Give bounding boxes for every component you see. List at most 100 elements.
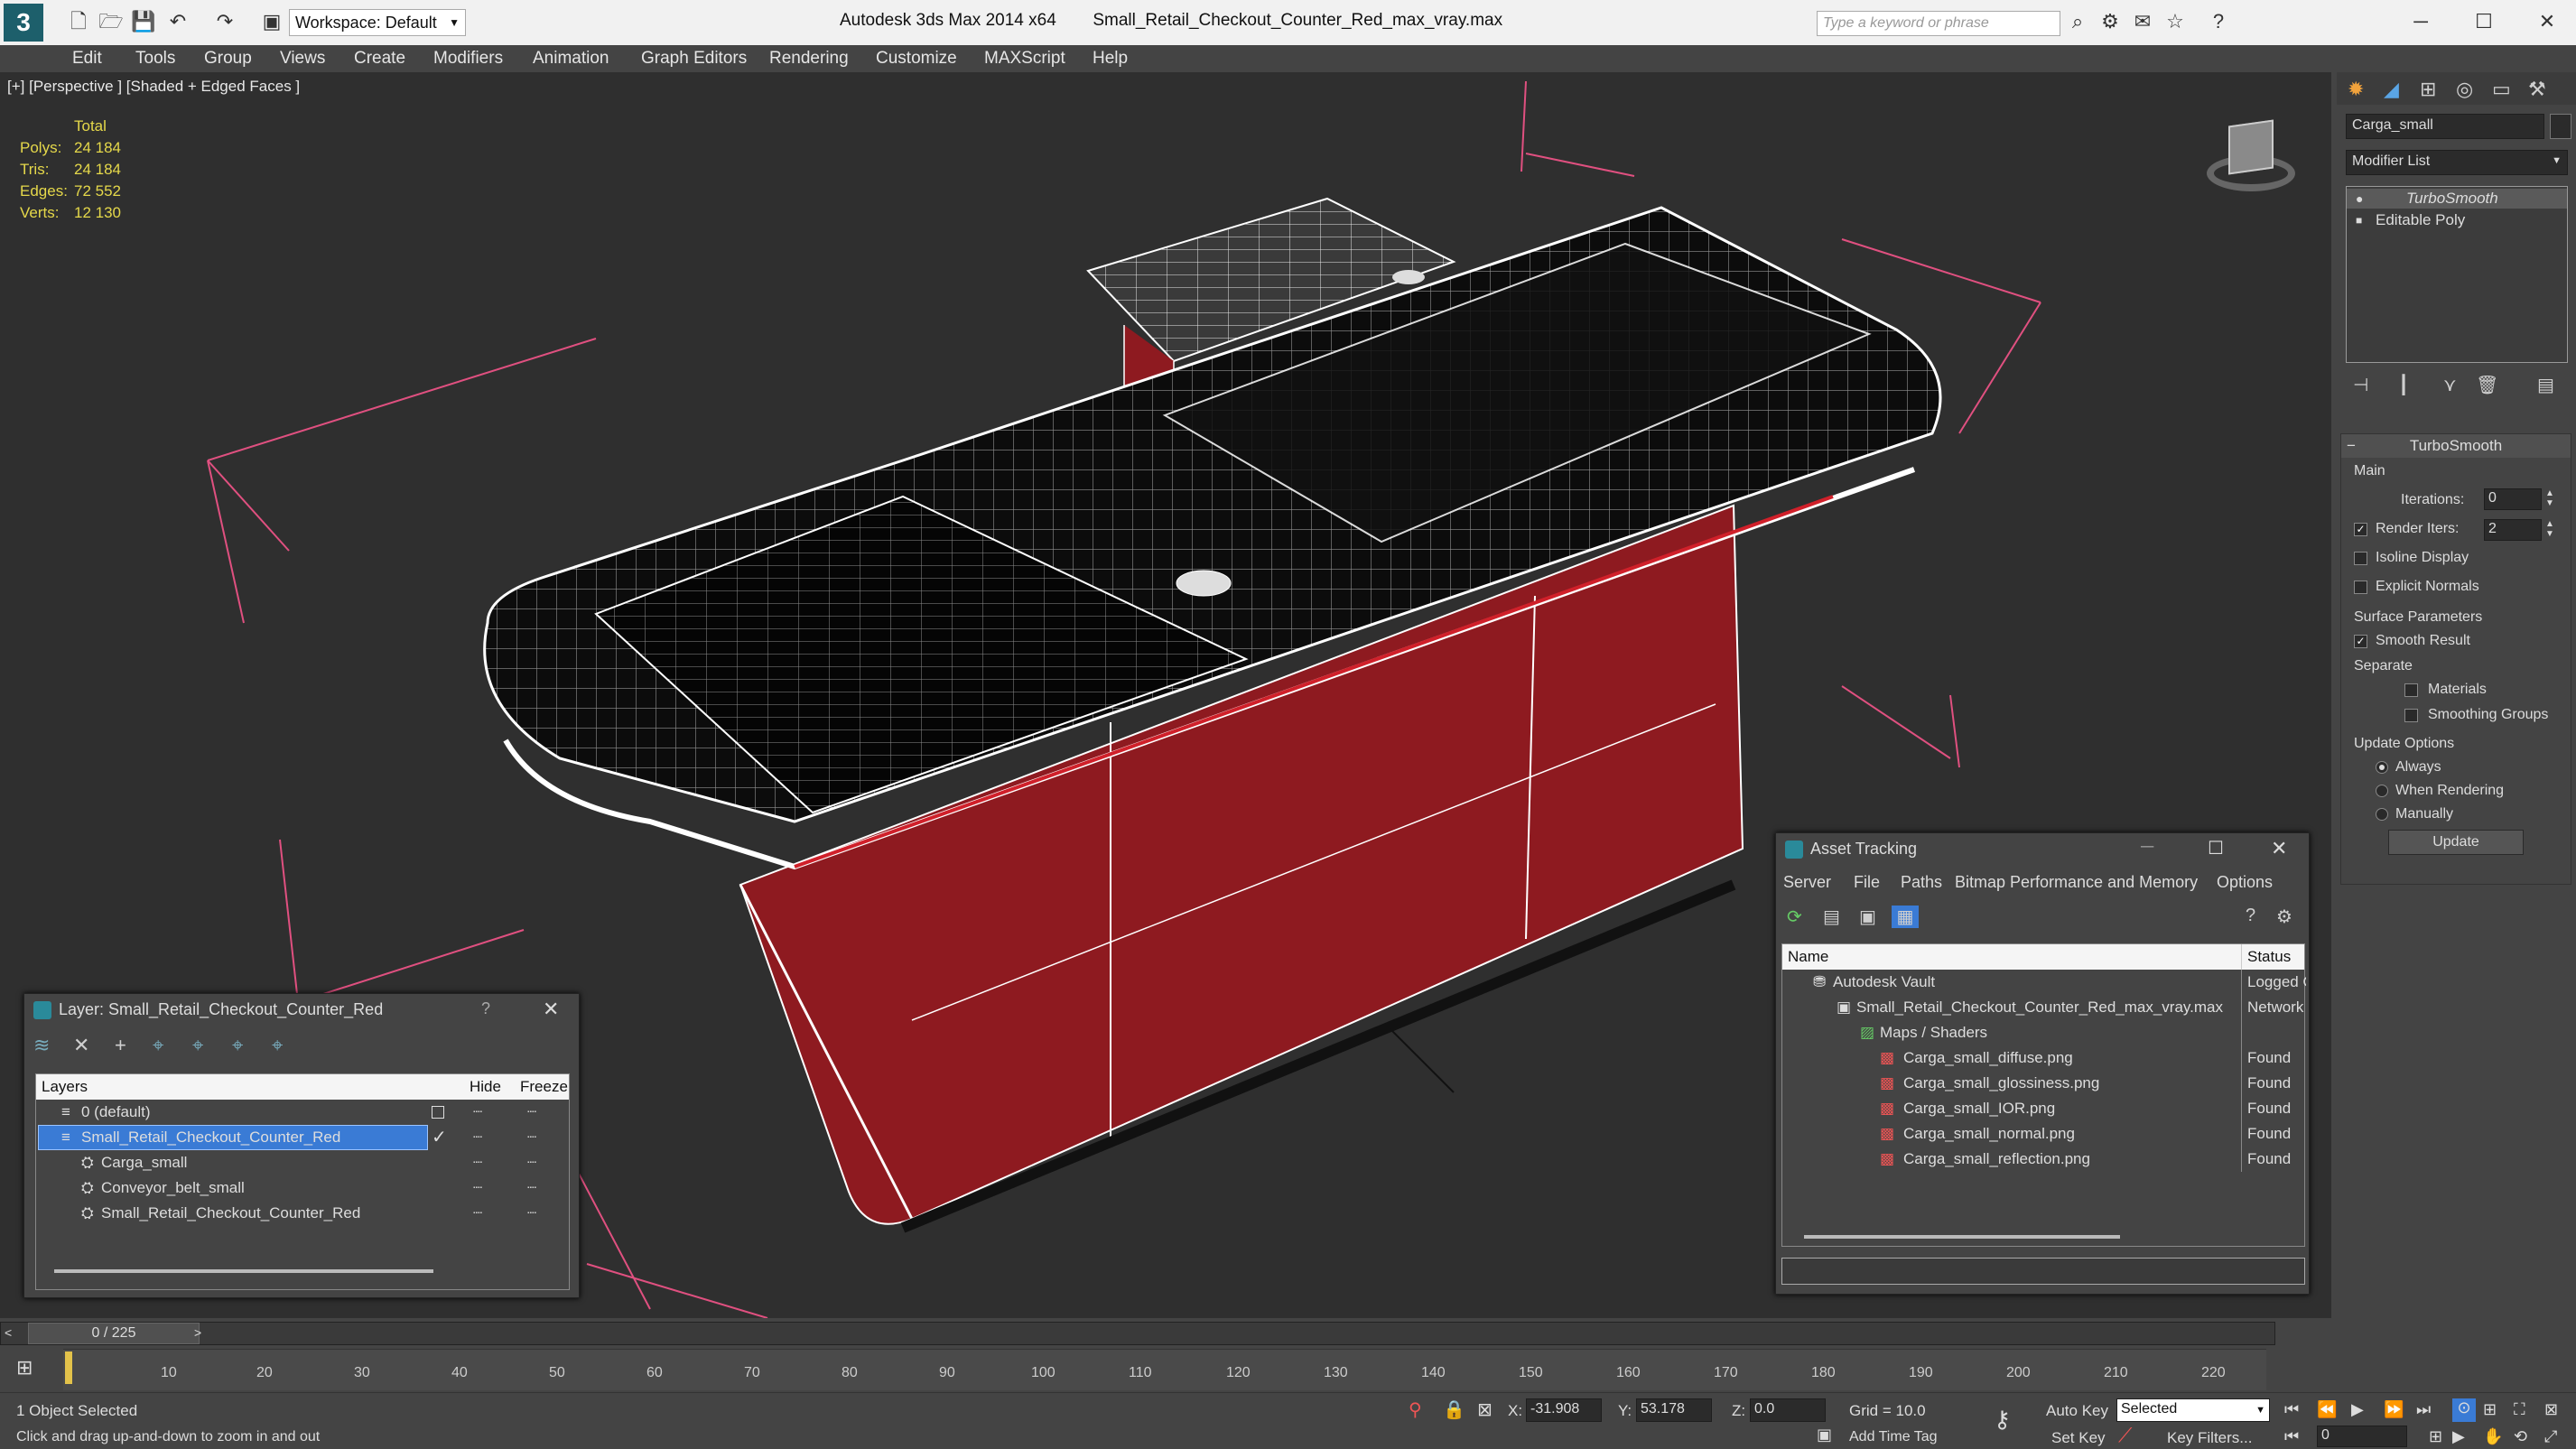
previous-frame-icon[interactable]: ⏪ bbox=[2317, 1400, 2337, 1419]
close-icon[interactable]: ✕ bbox=[543, 998, 559, 1021]
layer-row-selected[interactable]: ≡ Small_Retail_Checkout_Counter_Red ✓ ┈ … bbox=[36, 1125, 569, 1150]
freeze-toggle[interactable]: ┈ bbox=[527, 1125, 536, 1150]
freeze-toggle[interactable]: ┈ bbox=[527, 1150, 536, 1175]
maximize-icon[interactable]: ☐ bbox=[2208, 837, 2224, 859]
favorites-icon[interactable]: ☆ bbox=[2160, 5, 2190, 38]
go-to-start-icon[interactable]: ⏮ bbox=[2284, 1427, 2299, 1446]
smoothing-groups-checkbox[interactable] bbox=[2404, 709, 2418, 722]
app-logo-icon[interactable]: 3 bbox=[4, 4, 43, 42]
column-layers[interactable]: Layers bbox=[42, 1074, 88, 1100]
play-icon[interactable]: ▶ bbox=[2351, 1400, 2364, 1419]
layer-row[interactable]: ⛭ Carga_small ┈ ┈ bbox=[36, 1150, 569, 1175]
horizontal-scrollbar[interactable] bbox=[1804, 1235, 2120, 1239]
save-file-icon[interactable]: 💾 bbox=[128, 5, 159, 38]
freeze-toggle[interactable]: ┈ bbox=[527, 1100, 536, 1125]
delete-layer-icon[interactable]: ✕ bbox=[73, 1034, 89, 1057]
zoom-icon[interactable]: ⊙ bbox=[2452, 1398, 2476, 1422]
hide-toggle[interactable]: ┈ bbox=[473, 1150, 482, 1175]
add-to-layer-icon[interactable]: + bbox=[115, 1034, 126, 1057]
asset-window-title[interactable]: Asset Tracking bbox=[1776, 833, 2309, 864]
field-of-view-icon[interactable]: ▶ bbox=[2452, 1427, 2465, 1446]
object-color-swatch[interactable] bbox=[2550, 114, 2571, 139]
open-file-icon[interactable]: 🗁 bbox=[96, 5, 126, 38]
maximize-viewport-icon[interactable]: ⤢ bbox=[2544, 1427, 2557, 1446]
menu-rendering[interactable]: Rendering bbox=[769, 49, 849, 69]
time-slider[interactable]: < 0 / 225 > bbox=[0, 1322, 2275, 1345]
asset-row[interactable]: ▩ Carga_small_reflection.png Found bbox=[1782, 1147, 2304, 1172]
object-name-field[interactable]: Carga_small bbox=[2346, 114, 2544, 139]
spinner-arrows-icon[interactable]: ▲ ▼ bbox=[2545, 519, 2554, 539]
orbit-icon[interactable]: ⟲ bbox=[2514, 1427, 2527, 1446]
menu-tools[interactable]: Tools bbox=[135, 49, 175, 69]
layer-row[interactable]: ⛭ Small_Retail_Checkout_Counter_Red ┈ ┈ bbox=[36, 1201, 569, 1226]
hide-toggle[interactable]: ┈ bbox=[473, 1201, 482, 1226]
column-hide[interactable]: Hide bbox=[470, 1074, 501, 1100]
asset-row[interactable]: ▨ Maps / Shaders bbox=[1782, 1020, 2304, 1045]
create-tab-icon[interactable]: ✹ bbox=[2348, 78, 2364, 101]
freeze-all-icon[interactable]: ⌖ bbox=[272, 1034, 283, 1057]
smooth-result-checkbox[interactable]: ✓ bbox=[2354, 635, 2367, 648]
key-icon[interactable]: ⚷ bbox=[1994, 1406, 2011, 1434]
freeze-toggle[interactable]: ┈ bbox=[527, 1175, 536, 1201]
x-coordinate-field[interactable]: -31.908 bbox=[1526, 1398, 1602, 1422]
y-coordinate-field[interactable]: 53.178 bbox=[1636, 1398, 1712, 1422]
modify-tab-icon[interactable]: ◢ bbox=[2384, 78, 2399, 101]
column-status[interactable]: Status bbox=[2241, 944, 2306, 970]
add-time-tag-icon[interactable]: ▣ bbox=[1817, 1426, 1832, 1444]
new-file-icon[interactable]: 🗋 bbox=[63, 5, 94, 38]
settings-icon[interactable]: ⚙ bbox=[2276, 906, 2292, 928]
next-frame-icon[interactable]: > bbox=[194, 1325, 201, 1340]
iterations-spinner[interactable]: 0 bbox=[2484, 488, 2542, 510]
layer-row[interactable]: ⛭ Conveyor_belt_small ┈ ┈ bbox=[36, 1175, 569, 1201]
highlight-layer-icon[interactable]: ⌖ bbox=[192, 1034, 203, 1057]
materials-checkbox[interactable] bbox=[2404, 683, 2418, 697]
key-filters-button[interactable]: Key Filters... bbox=[2167, 1429, 2252, 1447]
menu-options[interactable]: Options bbox=[2217, 873, 2273, 892]
undo-icon[interactable]: ↶ bbox=[163, 5, 193, 38]
always-radio[interactable] bbox=[2376, 761, 2388, 774]
motion-tab-icon[interactable]: ◎ bbox=[2456, 78, 2473, 101]
isoline-checkbox[interactable] bbox=[2354, 552, 2367, 565]
isolate-icon[interactable]: ⚲ bbox=[1409, 1398, 1422, 1421]
freeze-toggle[interactable]: ┈ bbox=[527, 1201, 536, 1226]
menu-paths[interactable]: Paths bbox=[1901, 873, 1942, 892]
current-layer-box[interactable] bbox=[432, 1106, 444, 1119]
menu-help[interactable]: Help bbox=[1093, 49, 1128, 69]
help-icon[interactable]: ? bbox=[2246, 906, 2255, 926]
menu-server[interactable]: Server bbox=[1783, 873, 1831, 892]
list-view-icon[interactable]: ▤ bbox=[1823, 906, 1840, 928]
spinner-arrows-icon[interactable]: ▲ ▼ bbox=[2545, 488, 2554, 508]
track-bar[interactable] bbox=[63, 1349, 2266, 1390]
make-unique-icon[interactable]: ⋎ bbox=[2443, 374, 2457, 396]
search-field[interactable]: Type a keyword or phrase bbox=[1817, 11, 2060, 36]
key-mode-dropdown[interactable]: Selected ▼ bbox=[2116, 1398, 2270, 1422]
menu-animation[interactable]: Animation bbox=[533, 49, 609, 69]
hide-toggle[interactable]: ┈ bbox=[473, 1100, 482, 1125]
close-icon[interactable]: ✕ bbox=[2532, 5, 2562, 38]
asset-row[interactable]: ▩ Carga_small_normal.png Found bbox=[1782, 1121, 2304, 1147]
timeline-cursor[interactable] bbox=[65, 1351, 72, 1384]
minimize-icon[interactable]: ─ bbox=[2141, 837, 2153, 858]
help-icon[interactable]: ? bbox=[2203, 5, 2234, 38]
rollout-header[interactable]: − TurboSmooth bbox=[2341, 434, 2571, 458]
set-key-button[interactable]: Set Key bbox=[2051, 1429, 2106, 1447]
set-key-icon[interactable]: ⟋ bbox=[2118, 1424, 2132, 1447]
manually-radio[interactable] bbox=[2376, 808, 2388, 821]
viewcube[interactable] bbox=[2201, 116, 2301, 215]
explicit-normals-checkbox[interactable] bbox=[2354, 581, 2367, 594]
subscription-icon[interactable]: ⚙ bbox=[2095, 5, 2125, 38]
utilities-tab-icon[interactable]: ⚒ bbox=[2528, 78, 2546, 101]
menu-maxscript[interactable]: MAXScript bbox=[984, 49, 1065, 69]
zoom-extents-all-icon[interactable]: ⊠ bbox=[2544, 1400, 2558, 1419]
refresh-icon[interactable]: ⟳ bbox=[1787, 906, 1802, 928]
lightbulb-icon[interactable]: ● bbox=[2356, 189, 2363, 209]
configure-sets-icon[interactable]: ▤ bbox=[2537, 374, 2554, 396]
thumbnail-view-icon[interactable]: ▣ bbox=[1859, 906, 1876, 928]
render-iters-checkbox[interactable]: ✓ bbox=[2354, 523, 2367, 536]
workspace-dropdown[interactable]: Workspace: Default ▼ bbox=[289, 9, 466, 36]
expand-icon[interactable]: ■ bbox=[2356, 210, 2362, 230]
next-frame-icon[interactable]: ⏩ bbox=[2384, 1400, 2404, 1419]
layer-window-title[interactable]: Layer: Small_Retail_Checkout_Counter_Red bbox=[24, 994, 579, 1025]
prev-frame-icon[interactable]: < bbox=[5, 1325, 12, 1340]
stack-item-turbosmooth[interactable]: ● TurboSmooth bbox=[2347, 189, 2567, 209]
